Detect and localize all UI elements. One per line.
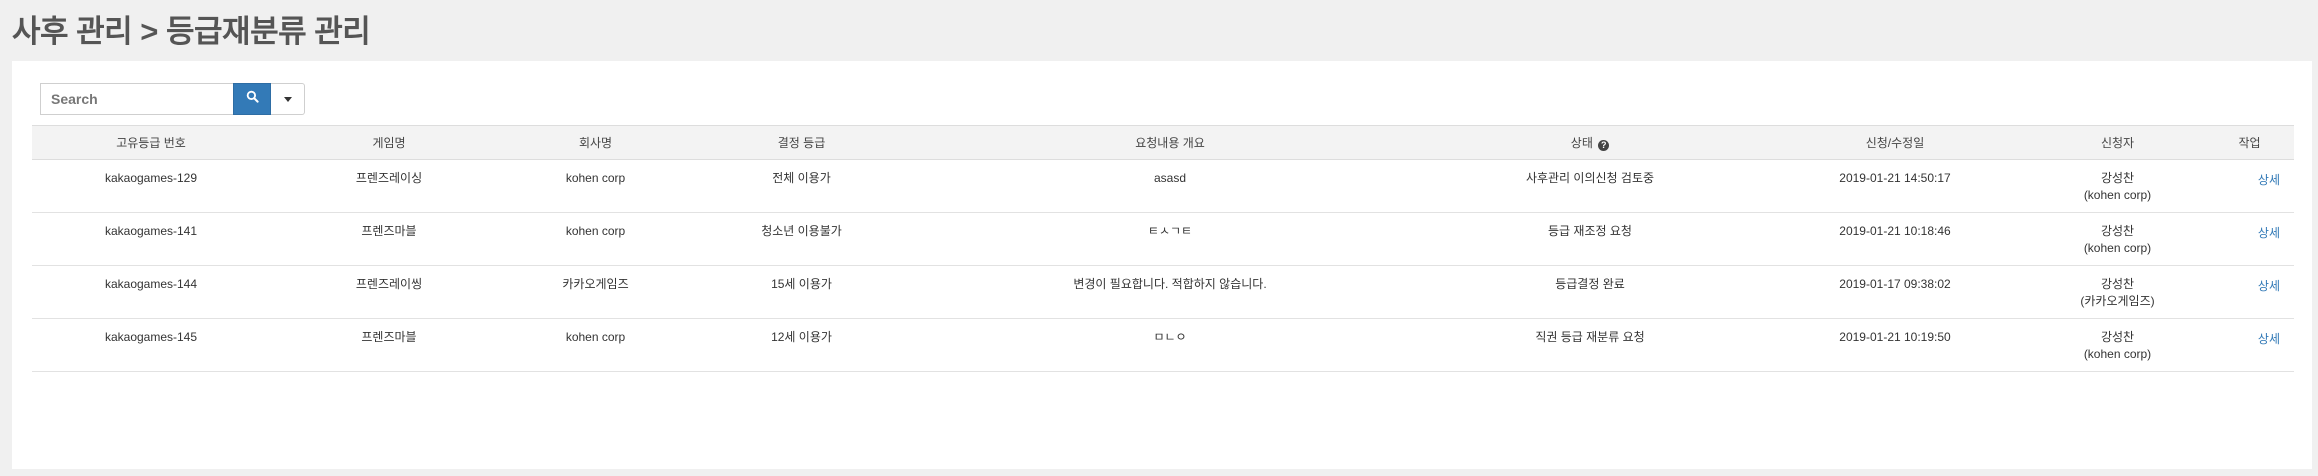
detail-link[interactable]: 상세 bbox=[2258, 332, 2280, 346]
column-header-status-label: 상태 bbox=[1570, 136, 1593, 150]
cell-status: 등급 재조정 요청 bbox=[1548, 224, 1632, 238]
cell-applicant: 강성찬 (카카오게임즈) bbox=[2030, 266, 2205, 319]
column-header-applicant[interactable]: 신청자 bbox=[2030, 125, 2205, 160]
column-header-game[interactable]: 게임명 bbox=[270, 125, 508, 160]
table-row[interactable]: kakaogames-144 프렌즈레이씽 카카오게임즈 15세 이용가 변경이… bbox=[32, 266, 2294, 319]
applicant-name: 강성찬 bbox=[2100, 171, 2135, 185]
cell-date: 2019-01-21 14:50:17 bbox=[1839, 171, 1951, 185]
cell-applicant: 강성찬 (kohen corp) bbox=[2030, 213, 2205, 266]
applicant-name: 강성찬 bbox=[2100, 277, 2135, 291]
cell-action: 상세 bbox=[2205, 266, 2294, 319]
cell-id: kakaogames-129 bbox=[104, 171, 198, 185]
search-button[interactable] bbox=[233, 83, 271, 115]
table-row[interactable]: kakaogames-129 프렌즈레이싱 kohen corp 전체 이용가 … bbox=[32, 160, 2294, 213]
cell-company: kohen corp bbox=[565, 171, 626, 185]
search-input[interactable] bbox=[40, 83, 233, 115]
cell-action: 상세 bbox=[2205, 160, 2294, 213]
cell-action: 상세 bbox=[2205, 213, 2294, 266]
applicant-name: 강성찬 bbox=[2100, 330, 2135, 344]
cell-game: 프렌즈레이싱 bbox=[355, 171, 423, 185]
applicant-company: (kohen corp) bbox=[2083, 347, 2152, 361]
table-row[interactable]: kakaogames-145 프렌즈마블 kohen corp 12세 이용가 … bbox=[32, 319, 2294, 372]
cell-summary: ㅁㄴㅇ bbox=[1153, 330, 1187, 344]
question-circle-icon[interactable]: ? bbox=[1598, 140, 1610, 151]
cell-status: 사후관리 이의신청 검토중 bbox=[1525, 171, 1655, 185]
applicant-name: 강성찬 bbox=[2100, 224, 2135, 238]
search-icon bbox=[246, 90, 259, 108]
reclassification-table: 고유등급 번호 게임명 회사명 결정 등급 요청내용 개요 상태 ? 신청/수정… bbox=[32, 125, 2294, 372]
applicant-company: (kohen corp) bbox=[2083, 188, 2152, 202]
search-group bbox=[40, 83, 305, 115]
cell-applicant: 강성찬 (kohen corp) bbox=[2030, 160, 2205, 213]
column-header-id[interactable]: 고유등급 번호 bbox=[32, 125, 270, 160]
cell-date: 2019-01-21 10:19:50 bbox=[1839, 330, 1951, 344]
applicant-company: (kohen corp) bbox=[2083, 241, 2152, 255]
table-row[interactable]: kakaogames-141 프렌즈마블 kohen corp 청소년 이용불가… bbox=[32, 213, 2294, 266]
search-options-button[interactable] bbox=[271, 83, 305, 115]
cell-rating: 전체 이용가 bbox=[772, 171, 831, 185]
cell-summary: ㅌㅅㄱㅌ bbox=[1147, 224, 1193, 238]
cell-id: kakaogames-145 bbox=[104, 330, 198, 344]
detail-link[interactable]: 상세 bbox=[2258, 226, 2280, 240]
column-header-action: 작업 bbox=[2205, 125, 2294, 160]
cell-date: 2019-01-21 10:18:46 bbox=[1839, 224, 1951, 238]
cell-rating: 15세 이용가 bbox=[771, 277, 832, 291]
column-header-status[interactable]: 상태 ? bbox=[1420, 125, 1760, 160]
cell-date: 2019-01-17 09:38:02 bbox=[1839, 277, 1951, 291]
table-header-row: 고유등급 번호 게임명 회사명 결정 등급 요청내용 개요 상태 ? 신청/수정… bbox=[32, 125, 2294, 160]
cell-rating: 청소년 이용불가 bbox=[761, 224, 842, 238]
content-panel: 고유등급 번호 게임명 회사명 결정 등급 요청내용 개요 상태 ? 신청/수정… bbox=[12, 61, 2312, 469]
cell-id: kakaogames-141 bbox=[104, 224, 198, 238]
column-header-date[interactable]: 신청/수정일 bbox=[1760, 125, 2030, 160]
cell-company: kohen corp bbox=[565, 224, 626, 238]
column-header-company[interactable]: 회사명 bbox=[508, 125, 683, 160]
cell-status: 직권 등급 재분류 요청 bbox=[1535, 330, 1645, 344]
cell-game: 프렌즈마블 bbox=[361, 224, 417, 238]
cell-id: kakaogames-144 bbox=[104, 277, 198, 291]
applicant-company: (카카오게임즈) bbox=[2080, 294, 2155, 308]
caret-down-icon bbox=[283, 96, 292, 102]
detail-link[interactable]: 상세 bbox=[2258, 173, 2280, 187]
cell-game: 프렌즈마블 bbox=[361, 330, 417, 344]
cell-company: kohen corp bbox=[565, 330, 626, 344]
cell-company: 카카오게임즈 bbox=[562, 277, 629, 291]
cell-summary: 변경이 필요합니다. 적합하지 않습니다. bbox=[1073, 277, 1267, 291]
column-header-rating[interactable]: 결정 등급 bbox=[683, 125, 920, 160]
cell-applicant: 강성찬 (kohen corp) bbox=[2030, 319, 2205, 372]
cell-status: 등급결정 완료 bbox=[1555, 277, 1625, 291]
cell-action: 상세 bbox=[2205, 319, 2294, 372]
column-header-summary[interactable]: 요청내용 개요 bbox=[920, 125, 1420, 160]
cell-rating: 12세 이용가 bbox=[771, 330, 832, 344]
page-title: 사후 관리 > 등급재분류 관리 bbox=[12, 14, 371, 49]
cell-game: 프렌즈레이씽 bbox=[355, 277, 423, 291]
cell-summary: asasd bbox=[1153, 171, 1187, 185]
detail-link[interactable]: 상세 bbox=[2258, 279, 2280, 293]
